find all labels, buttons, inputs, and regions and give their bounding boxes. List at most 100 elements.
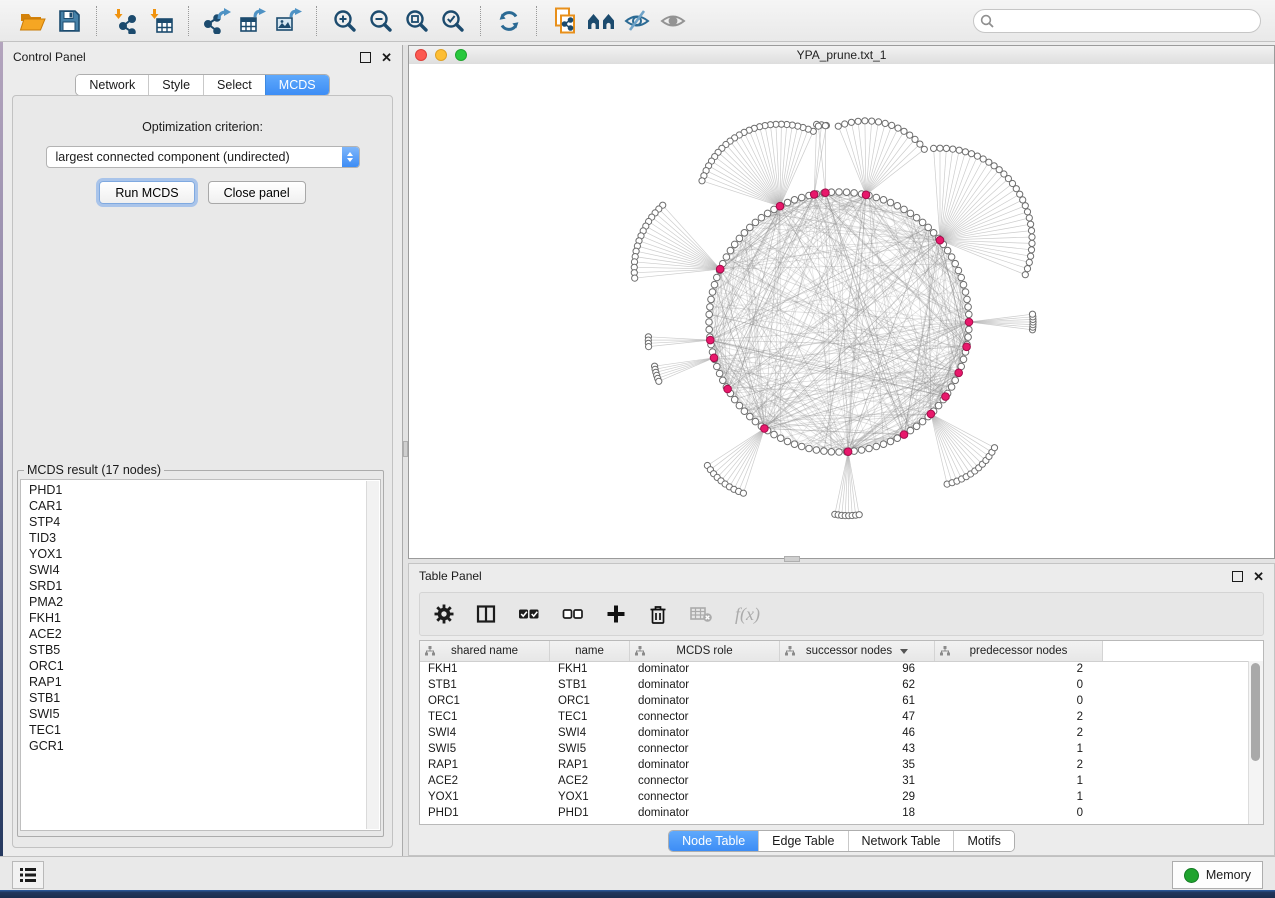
zoom-fit-button[interactable] <box>399 4 435 38</box>
function-builder-button[interactable]: f(x) <box>735 604 760 625</box>
table-panel-titlebar: Table Panel ✕ <box>409 564 1274 588</box>
mcds-result-item[interactable]: TEC1 <box>23 722 366 738</box>
zoom-in-button[interactable] <box>327 4 363 38</box>
run-mcds-button[interactable]: Run MCDS <box>99 181 194 204</box>
tab-network[interactable]: Network <box>76 75 148 95</box>
column-header-name[interactable]: name <box>550 641 630 661</box>
mcds-result-item[interactable]: STB1 <box>23 690 366 706</box>
mcds-result-item[interactable]: PMA2 <box>23 594 366 610</box>
toggle-panes-button[interactable] <box>476 604 496 624</box>
mcds-result-item[interactable]: TID3 <box>23 530 366 546</box>
mcds-result-item[interactable]: ORC1 <box>23 658 366 674</box>
tab-network-table[interactable]: Network Table <box>848 831 954 851</box>
zoom-in-icon <box>332 8 358 34</box>
sort-chevron-icon <box>900 649 908 654</box>
column-header-mcds-role[interactable]: MCDS role <box>630 641 780 661</box>
mcds-list-scrollbar[interactable] <box>366 481 379 829</box>
select-all-rows-button[interactable] <box>518 604 540 624</box>
criterion-selected-value: largest connected component (undirected) <box>47 150 342 164</box>
table-row[interactable]: ORC1ORC1dominator610 <box>420 693 1249 709</box>
splitter-handle[interactable] <box>784 556 800 562</box>
table-toolbar: f(x) <box>419 592 1264 636</box>
criterion-select[interactable]: largest connected component (undirected) <box>46 146 360 168</box>
table-row[interactable]: SWI5SWI5connector431 <box>420 741 1249 757</box>
mcds-result-item[interactable]: FKH1 <box>23 610 366 626</box>
zoom-out-button[interactable] <box>363 4 399 38</box>
import-table-button[interactable] <box>143 4 179 38</box>
tab-select[interactable]: Select <box>203 75 265 95</box>
tab-edge-table[interactable]: Edge Table <box>758 831 847 851</box>
zoom-selected-button[interactable] <box>435 4 471 38</box>
hide-selected-button[interactable] <box>619 4 655 38</box>
column-settings-button[interactable] <box>434 604 454 624</box>
mcds-result-item[interactable]: STB5 <box>23 642 366 658</box>
column-header-successor-nodes[interactable]: successor nodes <box>780 641 935 661</box>
mcds-result-item[interactable]: SWI5 <box>23 706 366 722</box>
search-input[interactable] <box>973 9 1261 33</box>
mcds-result-item[interactable]: CAR1 <box>23 498 366 514</box>
mcds-result-item[interactable]: GCR1 <box>23 738 366 754</box>
close-panel-icon[interactable]: ✕ <box>381 53 392 62</box>
export-network-button[interactable] <box>199 4 235 38</box>
export-table-icon <box>239 8 267 34</box>
control-panel: Control Panel ✕ Network Style Select MCD… <box>3 45 403 856</box>
destroy-table-button[interactable] <box>690 605 713 623</box>
float-panel-icon[interactable] <box>360 52 371 63</box>
tab-style[interactable]: Style <box>148 75 203 95</box>
table-row[interactable]: YOX1YOX1connector291 <box>420 789 1249 805</box>
table-cell: 18 <box>780 807 935 819</box>
delete-selected-button[interactable] <box>648 604 668 625</box>
float-panel-icon[interactable] <box>1232 571 1243 582</box>
mcds-result-item[interactable]: RAP1 <box>23 674 366 690</box>
show-all-button[interactable] <box>655 4 691 38</box>
clone-network-button[interactable] <box>547 4 583 38</box>
mcds-result-item[interactable]: STP4 <box>23 514 366 530</box>
mcds-result-title: MCDS result (17 nodes) <box>24 463 164 477</box>
network-titlebar[interactable]: YPA_prune.txt_1 <box>409 46 1274 65</box>
tab-node-table[interactable]: Node Table <box>669 831 758 851</box>
export-image-button[interactable] <box>271 4 307 38</box>
table-cell: 43 <box>780 743 935 755</box>
memory-button[interactable]: Memory <box>1172 861 1263 889</box>
first-neighbors-button[interactable] <box>583 4 619 38</box>
save-session-button[interactable] <box>51 4 87 38</box>
table-scrollbar[interactable] <box>1248 661 1263 824</box>
table-cell: 96 <box>780 663 935 675</box>
deselect-all-rows-button[interactable] <box>562 604 584 624</box>
column-header-filler <box>1103 641 1263 661</box>
import-network-button[interactable] <box>107 4 143 38</box>
column-header-predecessor-nodes[interactable]: predecessor nodes <box>935 641 1103 661</box>
mcds-result-item[interactable]: SWI4 <box>23 562 366 578</box>
mcds-result-item[interactable]: SRD1 <box>23 578 366 594</box>
task-history-button[interactable] <box>12 861 44 889</box>
table-cell: dominator <box>630 679 780 691</box>
table-scrollbar-thumb[interactable] <box>1251 663 1260 761</box>
search-icon <box>980 14 994 28</box>
table-row[interactable]: ACE2ACE2connector311 <box>420 773 1249 789</box>
table-row[interactable]: PHD1PHD1dominator180 <box>420 805 1249 821</box>
column-header-shared-name[interactable]: shared name <box>420 641 550 661</box>
tab-mcds[interactable]: MCDS <box>265 75 329 95</box>
close-panel-icon[interactable]: ✕ <box>1253 572 1264 581</box>
mcds-result-item[interactable]: PHD1 <box>23 482 366 498</box>
table-cell: ACE2 <box>420 775 550 787</box>
table-body: FKH1FKH1dominator962STB1STB1dominator620… <box>420 661 1249 824</box>
tab-motifs[interactable]: Motifs <box>953 831 1013 851</box>
close-panel-button[interactable]: Close panel <box>208 181 306 204</box>
table-cell: RAP1 <box>420 759 550 771</box>
table-row[interactable]: TEC1TEC1connector472 <box>420 709 1249 725</box>
network-canvas[interactable] <box>409 64 1274 558</box>
search-field[interactable] <box>973 9 1261 33</box>
open-session-button[interactable] <box>15 4 51 38</box>
mcds-result-item[interactable]: YOX1 <box>23 546 366 562</box>
table-row[interactable]: RAP1RAP1dominator352 <box>420 757 1249 773</box>
table-row[interactable]: FKH1FKH1dominator962 <box>420 661 1249 677</box>
export-table-button[interactable] <box>235 4 271 38</box>
table-cell: 1 <box>935 775 1103 787</box>
table-cell: connector <box>630 743 780 755</box>
apply-layout-button[interactable] <box>491 4 527 38</box>
table-row[interactable]: STB1STB1dominator620 <box>420 677 1249 693</box>
table-row[interactable]: SWI4SWI4dominator462 <box>420 725 1249 741</box>
add-button[interactable] <box>606 604 626 624</box>
mcds-result-item[interactable]: ACE2 <box>23 626 366 642</box>
